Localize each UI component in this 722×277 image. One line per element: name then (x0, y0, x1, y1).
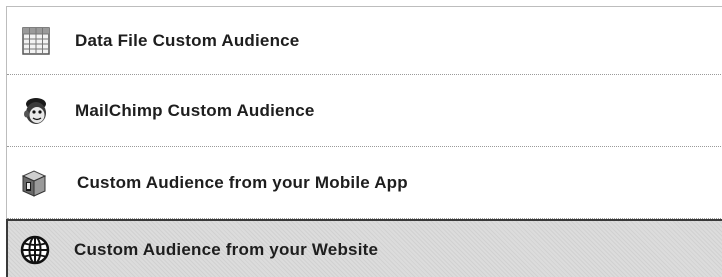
option-label: Custom Audience from your Website (74, 239, 379, 259)
option-mailchimp-custom-audience[interactable]: MailChimp Custom Audience (7, 75, 722, 147)
spreadsheet-icon (19, 24, 53, 58)
option-label: Custom Audience from your Mobile App (77, 172, 408, 192)
mailchimp-icon (19, 94, 53, 128)
option-label: Data File Custom Audience (75, 30, 300, 50)
option-mobile-app-custom-audience[interactable]: Custom Audience from your Mobile App (7, 147, 722, 219)
option-label: MailChimp Custom Audience (75, 100, 315, 120)
option-data-file-custom-audience[interactable]: Data File Custom Audience (7, 7, 722, 75)
globe-icon (18, 233, 52, 267)
mobile-app-icon (17, 166, 51, 200)
custom-audience-option-list: Data File Custom Audience MailChimp Cust… (6, 6, 722, 277)
option-website-custom-audience[interactable]: Custom Audience from your Website (6, 219, 722, 277)
